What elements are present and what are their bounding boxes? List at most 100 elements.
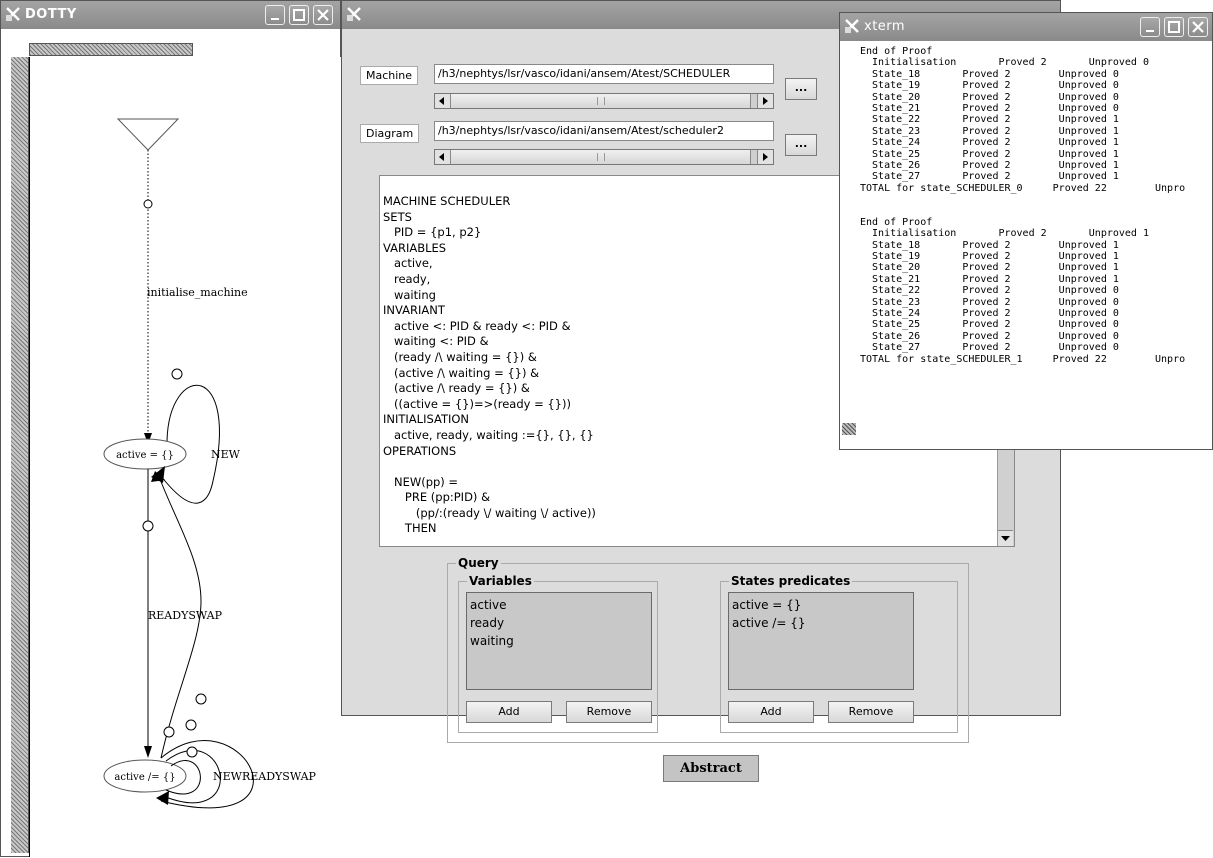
code-line: active <: PID & ready <: PID & xyxy=(383,318,571,333)
machine-path-scrollbar[interactable] xyxy=(434,93,774,109)
code-line: OPERATIONS xyxy=(383,443,457,458)
xterm-titlebar[interactable]: xterm xyxy=(840,13,1212,41)
code-line: (ready /\ waiting = {}) & xyxy=(383,349,537,364)
diagram-browse-button[interactable]: ... xyxy=(785,134,817,156)
machine-path-field[interactable]: /h3/nephtys/lsr/vasco/idani/ansem/Atest/… xyxy=(434,64,774,84)
states-title: States predicates xyxy=(729,574,853,588)
abstract-button[interactable]: Abstract xyxy=(663,755,759,782)
edge-label-new: NEW xyxy=(211,448,241,461)
edge-handle[interactable] xyxy=(185,719,197,731)
code-line: waiting <: PID & xyxy=(383,334,489,349)
terminal-line: State_24 Proved 2 Unproved 0 xyxy=(860,307,1119,319)
scroll-right-arrow[interactable] xyxy=(757,150,773,164)
code-line: MACHINE SCHEDULER xyxy=(383,194,511,208)
machine-browse-button[interactable]: ... xyxy=(785,78,817,100)
terminal-line: State_20 Proved 2 Unproved 0 xyxy=(860,91,1119,103)
terminal-line: State_27 Proved 2 Unproved 1 xyxy=(860,171,1119,183)
states-add-button[interactable]: Add xyxy=(728,701,814,723)
code-line: VARIABLES xyxy=(383,240,447,255)
code-line: (active /\ waiting = {}) & xyxy=(383,365,540,380)
diagram-path-scrollbar[interactable] xyxy=(434,149,774,165)
list-item[interactable]: active xyxy=(470,596,648,614)
terminal-line: Initialisation Proved 2 Unproved 1 xyxy=(860,228,1149,240)
terminal-line: State_25 Proved 2 Unproved 1 xyxy=(860,148,1119,160)
edge-label-readyswap: READYSWAP xyxy=(148,609,223,622)
variables-list[interactable]: active ready waiting xyxy=(466,592,652,690)
code-line: ((active = {})=>(ready = {})) xyxy=(383,396,571,411)
terminal-line: State_25 Proved 2 Unproved 0 xyxy=(860,319,1119,331)
list-item[interactable]: waiting xyxy=(470,632,648,650)
terminal-output[interactable]: End of Proof Initialisation Proved 2 Unp… xyxy=(860,46,1212,448)
machine-label: Machine xyxy=(360,66,419,85)
terminal-line: State_21 Proved 2 Unproved 1 xyxy=(860,273,1119,285)
terminal-line: State_19 Proved 2 Unproved 1 xyxy=(860,251,1119,263)
scroll-thumb[interactable] xyxy=(451,150,751,164)
scroll-thumb[interactable] xyxy=(451,94,751,108)
code-lines: MACHINE SCHEDULER SETS PID = {p1, p2} VARI… xyxy=(383,194,596,537)
variables-add-button[interactable]: Add xyxy=(466,701,552,723)
scroll-down-arrow[interactable] xyxy=(998,530,1013,546)
maximize-button[interactable] xyxy=(1164,17,1184,37)
code-line: NEW(pp) = xyxy=(383,474,459,489)
app-icon xyxy=(845,19,859,33)
edge-handle[interactable] xyxy=(142,520,154,532)
terminal-line: TOTAL for state_SCHEDULER_1 Proved 22 Un… xyxy=(860,353,1186,365)
terminal-line: End of Proof xyxy=(860,216,933,228)
terminal-line: State_18 Proved 2 Unproved 1 xyxy=(860,239,1119,251)
edge-handle[interactable] xyxy=(163,726,175,738)
diagram-label: Diagram xyxy=(360,124,420,143)
window-title: xterm xyxy=(864,19,906,34)
code-line: SETS xyxy=(383,209,412,224)
terminal-line: State_23 Proved 2 Unproved 1 xyxy=(860,125,1119,137)
terminal-line: End of Proof xyxy=(860,46,933,57)
variables-remove-button[interactable]: Remove xyxy=(566,701,652,723)
node-active-empty-label: active = {} xyxy=(116,450,174,461)
scroll-left-arrow[interactable] xyxy=(435,94,451,108)
app-icon xyxy=(347,7,361,21)
terminal-line: State_21 Proved 2 Unproved 0 xyxy=(860,102,1119,114)
xterm-scrollbar[interactable] xyxy=(842,43,856,447)
edge-handle[interactable] xyxy=(143,199,153,209)
close-icon xyxy=(1192,21,1204,33)
code-line: active, xyxy=(383,256,433,271)
list-item[interactable]: active = {} xyxy=(732,596,910,614)
edge-label-initialise: initialise_machine xyxy=(147,286,248,299)
scroll-thumb[interactable] xyxy=(842,423,856,435)
states-remove-button[interactable]: Remove xyxy=(828,701,914,723)
terminal-line: State_26 Proved 2 Unproved 1 xyxy=(860,159,1119,171)
edge-handle[interactable] xyxy=(195,693,207,705)
terminal-line: State_26 Proved 2 Unproved 0 xyxy=(860,330,1119,342)
list-item[interactable]: active /= {} xyxy=(732,614,910,632)
code-line: active, ready, waiting :={}, {}, {} xyxy=(383,427,594,442)
code-line: PRE (pp:PID) & xyxy=(383,490,491,505)
initial-state-marker[interactable] xyxy=(116,118,180,151)
edge-handle[interactable] xyxy=(171,368,183,380)
terminal-line: State_20 Proved 2 Unproved 1 xyxy=(860,262,1119,274)
code-line: PID = {p1, p2} xyxy=(383,225,482,240)
code-line: ready, xyxy=(383,271,431,286)
states-list[interactable]: active = {} active /= {} xyxy=(728,592,914,690)
edge-handle[interactable] xyxy=(186,746,198,758)
code-line: INITIALISATION xyxy=(383,412,470,427)
code-line: THEN xyxy=(383,521,437,536)
state-graph: initialise_machine active = {} NEW READY… xyxy=(103,118,317,809)
maximize-icon xyxy=(1168,21,1180,33)
code-line: (active /\ ready = {}) & xyxy=(383,381,530,396)
minimize-button[interactable] xyxy=(1140,17,1160,37)
scroll-left-arrow[interactable] xyxy=(435,150,451,164)
xterm-window: xterm End of Proof Initialisation Proved… xyxy=(839,12,1213,450)
terminal-line: State_23 Proved 2 Unproved 0 xyxy=(860,296,1119,308)
terminal-line: State_22 Proved 2 Unproved 1 xyxy=(860,114,1119,126)
edge-label-newreadyswap: NEWREADYSWAP xyxy=(213,770,317,783)
code-line: INVARIANT xyxy=(383,303,445,318)
list-item[interactable]: ready xyxy=(470,614,648,632)
code-line: waiting xyxy=(383,287,436,302)
node-active-nonempty-label: active /= {} xyxy=(114,772,175,783)
close-button[interactable] xyxy=(1188,17,1208,37)
diagram-path-field[interactable]: /h3/nephtys/lsr/vasco/idani/ansem/Atest/… xyxy=(434,121,774,141)
terminal-line: State_24 Proved 2 Unproved 1 xyxy=(860,137,1119,149)
terminal-line: TOTAL for state_SCHEDULER_0 Proved 22 Un… xyxy=(860,182,1186,194)
scroll-right-arrow[interactable] xyxy=(757,94,773,108)
